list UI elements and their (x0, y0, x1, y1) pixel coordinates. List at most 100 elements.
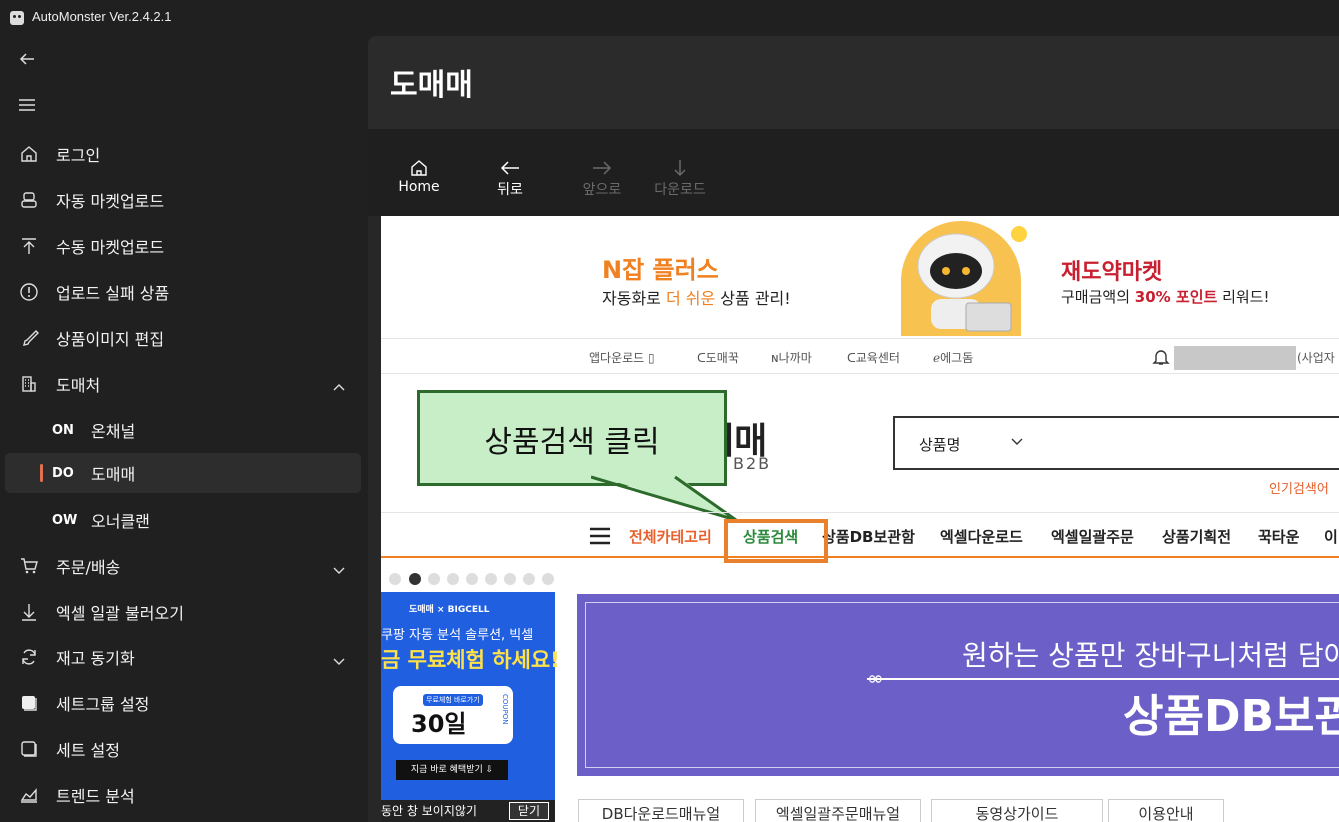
nav-item-wholesaler[interactable]: 도매처 (5, 364, 361, 404)
sub-code: OW (52, 512, 78, 528)
banner-line1: 원하는 상품만 장바구니처럼 담아 (962, 639, 1339, 672)
title-bar: AutoMonster Ver.2.4.2.1 (0, 0, 1339, 36)
search-bar[interactable]: 상품명 (893, 416, 1339, 470)
app-logo-icon (10, 11, 24, 25)
search-category-select[interactable]: 상품명 (919, 434, 960, 455)
carousel-dot[interactable] (504, 573, 516, 585)
app-download-link[interactable]: 앱다운로드 ▯ (589, 349, 655, 366)
sub-label: 온채널 (91, 422, 136, 441)
home-button[interactable]: Home (379, 159, 459, 195)
sidebar-subitem-ownerclan[interactable]: OW 오너클랜 (5, 500, 361, 540)
highlight-box (724, 519, 828, 563)
sidebar-subitem-domeme[interactable]: DO 도매매 (5, 453, 361, 493)
site-header: 매매 B2B 상품명 인기검색어 상품검색 클릭 (381, 374, 1339, 512)
back-label: 뒤로 (497, 182, 523, 198)
nav-label: 재고 동기화 (56, 649, 135, 668)
nav-item-excel-import[interactable]: 엑셀 일괄 불러오기 (5, 592, 361, 632)
carousel-dot[interactable] (447, 573, 459, 585)
nav-label: 상품이미지 편집 (56, 330, 165, 349)
nav-label: 자동 마켓업로드 (56, 192, 165, 211)
nav-item-trend[interactable]: 트렌드 분석 (5, 775, 361, 815)
nav-label: 업로드 실패 상품 (56, 284, 170, 303)
category-db-storage[interactable]: 상품DB보관함 (822, 526, 915, 547)
callout-text: 상품검색 클릭 (484, 425, 660, 460)
nav-label: 엑셀 일괄 불러오기 (56, 604, 184, 623)
carousel-dot[interactable] (542, 573, 554, 585)
banner-line2: 상품DB보관 (1123, 691, 1339, 742)
edu-center-link[interactable]: ᑕ교육센터 (847, 349, 900, 366)
bigcell-popup-ad[interactable]: 도매매 × BIGCELL 쿠팡 자동 분석 솔루션, 빅셀 금 무료체험 하세… (381, 592, 560, 822)
category-excel-order[interactable]: 엑셀일괄주문 (1051, 526, 1134, 547)
video-guide-button[interactable]: 동영상가이드 (931, 799, 1103, 822)
business-label: (사업자 (1297, 351, 1335, 365)
forward-label: 앞으로 (582, 182, 622, 198)
sub-code: ON (52, 422, 74, 438)
nav-item-stock-sync[interactable]: 재고 동기화 (5, 637, 361, 677)
robot-icon (19, 190, 39, 210)
nav-label: 로그인 (56, 146, 101, 165)
home-label: Home (398, 179, 440, 195)
cart-icon (19, 556, 39, 576)
guide-button-row: DB다운로드매뉴얼 엑셀일괄주문매뉴얼 동영상가이드 이용안내 (381, 799, 1339, 822)
forward-button[interactable]: 앞으로 (562, 159, 642, 199)
arrow-left-icon (500, 161, 519, 175)
sub-code: DO (52, 465, 74, 481)
excel-order-manual-button[interactable]: 엑셀일괄주문매뉴얼 (755, 799, 921, 822)
selection-indicator (40, 464, 43, 482)
jaedo-subtitle: 구매금액의 30% 포인트 리워드! (1061, 288, 1270, 306)
nav-label: 주문/배송 (56, 558, 121, 577)
bell-icon[interactable] (1152, 348, 1170, 366)
download-label: 다운로드 (654, 182, 706, 198)
home-icon (411, 160, 427, 176)
category-exhibition[interactable]: 상품기획전 (1162, 526, 1231, 547)
carousel-dot[interactable] (389, 573, 401, 585)
domeggook-link[interactable]: ᑕ도매꾹 (697, 349, 739, 366)
category-excel-download[interactable]: 엑셀다운로드 (940, 526, 1023, 547)
benefit-button[interactable]: 지금 바로 혜택받기 ⇩ (396, 760, 508, 780)
carousel-dot[interactable] (485, 573, 497, 585)
nav-item-set-settings[interactable]: 세트 설정 (5, 729, 361, 769)
nzap-title: N잡 플러스 (602, 256, 719, 284)
nav-item-set-group[interactable]: 세트그룹 설정 (5, 683, 361, 723)
upload-icon (19, 236, 39, 256)
back-arrow-icon[interactable] (18, 50, 38, 70)
category-more[interactable]: 이 (1324, 526, 1338, 547)
usage-guide-button[interactable]: 이용안내 (1108, 799, 1224, 822)
download-button[interactable]: 다운로드 (640, 159, 720, 199)
page-header: 도매매 (368, 36, 1339, 129)
page-title: 도매매 (390, 68, 473, 103)
robot-illustration (901, 221, 1027, 336)
category-kkuk-town[interactable]: 꾹타운 (1258, 526, 1299, 547)
hamburger-menu-icon[interactable] (589, 527, 611, 545)
carousel-dot[interactable] (466, 573, 478, 585)
nav-item-login[interactable]: 로그인 (5, 134, 361, 174)
eggdom-link[interactable]: ℯ에그돔 (933, 349, 973, 366)
carousel-dot[interactable] (523, 573, 535, 585)
nakkama-link[interactable]: ɴ나까마 (771, 349, 812, 366)
sidebar-subitem-onchannel[interactable]: ON 온채널 (5, 410, 361, 450)
ad-brand: 도매매 × BIGCELL (409, 605, 490, 615)
popular-keywords[interactable]: 인기검색어 (1269, 478, 1329, 497)
sidebar: 로그인 자동 마켓업로드 수동 마켓업로드 업로드 실패 상품 상품이미지 편집… (0, 36, 368, 822)
building-icon (19, 374, 39, 394)
coupon-days: 30일 (411, 710, 467, 738)
chevron-up-icon (333, 378, 345, 391)
top-banner[interactable]: N잡 플러스 자동화로 더 쉬운 상품 관리! 재도약마켓 구매금액의 30% … (381, 216, 1339, 338)
db-storage-banner[interactable]: ∞ 원하는 상품만 장바구니처럼 담아 상품DB보관 (577, 594, 1339, 776)
chevron-down-icon (333, 560, 345, 574)
brush-icon (19, 328, 39, 348)
app-title: AutoMonster Ver.2.4.2.1 (32, 9, 172, 24)
nav-item-auto-upload[interactable]: 자동 마켓업로드 (5, 180, 361, 220)
chevron-down-icon (1011, 438, 1023, 445)
nav-item-upload-failed[interactable]: 업로드 실패 상품 (5, 272, 361, 312)
carousel-dot-active[interactable] (409, 573, 421, 585)
back-button[interactable]: 뒤로 (470, 159, 550, 199)
nav-item-manual-upload[interactable]: 수동 마켓업로드 (5, 226, 361, 266)
web-view: N잡 플러스 자동화로 더 쉬운 상품 관리! 재도약마켓 구매금액의 30% … (381, 216, 1339, 822)
hamburger-menu-icon[interactable] (18, 96, 38, 116)
carousel-dot[interactable] (428, 573, 440, 585)
category-all[interactable]: 전체카테고리 (629, 526, 712, 547)
nav-item-image-edit[interactable]: 상품이미지 편집 (5, 318, 361, 358)
nav-item-orders[interactable]: 주문/배송 (5, 546, 361, 586)
db-download-manual-button[interactable]: DB다운로드매뉴얼 (578, 799, 744, 822)
